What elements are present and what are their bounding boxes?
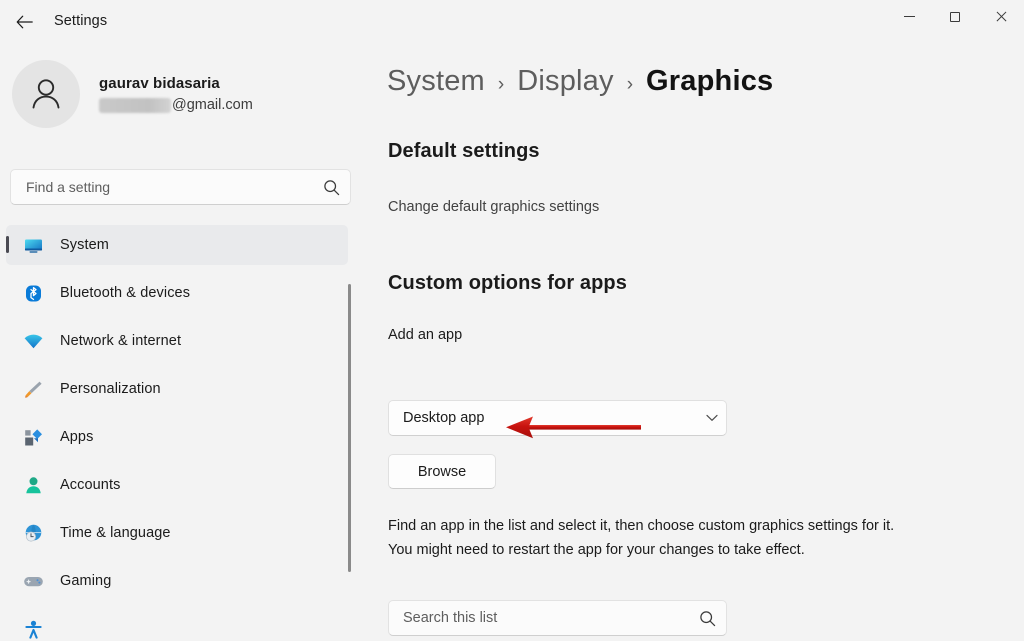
profile-email: @gmail.com <box>99 97 253 113</box>
sidebar-item-gaming[interactable]: Gaming <box>6 561 348 601</box>
breadcrumb-item-display[interactable]: Display <box>517 65 614 98</box>
sidebar-item-label: System <box>60 237 109 253</box>
browse-button[interactable]: Browse <box>388 454 496 489</box>
breadcrumb-item-system[interactable]: System <box>387 65 485 98</box>
breadcrumb-separator: › <box>498 74 504 96</box>
apps-icon <box>22 426 44 448</box>
window-title: Settings <box>54 13 107 29</box>
main-content: System › Display › Graphics Default sett… <box>356 44 1024 641</box>
user-profile[interactable]: gaurav bidasaria @gmail.com <box>12 60 253 128</box>
sidebar-item-label: Network & internet <box>60 333 181 349</box>
scrollbar-thumb[interactable] <box>348 284 351 572</box>
breadcrumb-item-graphics: Graphics <box>646 65 773 98</box>
search-settings-box[interactable] <box>10 169 351 205</box>
change-default-graphics-settings-link[interactable]: Change default graphics settings <box>388 199 599 215</box>
custom-options-heading: Custom options for apps <box>388 272 627 295</box>
account-icon <box>22 474 44 496</box>
default-settings-heading: Default settings <box>388 140 540 163</box>
app-type-value: Desktop app <box>389 410 698 426</box>
sidebar-item-network-internet[interactable]: Network & internet <box>6 321 348 361</box>
chevron-down-icon <box>698 414 726 422</box>
bluetooth-icon <box>22 282 44 304</box>
accessibility-icon <box>22 618 44 640</box>
maximize-icon <box>950 12 960 22</box>
wifi-icon <box>22 330 44 352</box>
sidebar-item-label: Personalization <box>60 381 161 397</box>
breadcrumb-separator: › <box>627 74 633 96</box>
paintbrush-icon <box>22 378 44 400</box>
sidebar-item-time-language[interactable]: Time & language <box>6 513 348 553</box>
minimize-icon <box>904 16 915 17</box>
sidebar-item-accessibility[interactable] <box>6 609 348 641</box>
email-redaction <box>99 98 171 113</box>
list-search-box[interactable] <box>388 600 727 636</box>
breadcrumb: System › Display › Graphics <box>387 65 773 98</box>
close-button[interactable] <box>978 0 1024 33</box>
sidebar-scrollbar[interactable] <box>347 240 351 585</box>
sidebar-item-apps[interactable]: Apps <box>6 417 348 457</box>
list-search-input[interactable] <box>403 610 699 626</box>
profile-name: gaurav bidasaria <box>99 75 253 92</box>
sidebar-nav: System Bluetooth & devices <box>0 225 356 641</box>
email-suffix: @gmail.com <box>172 97 253 113</box>
sidebar-item-bluetooth-devices[interactable]: Bluetooth & devices <box>6 273 348 313</box>
window-controls <box>886 0 1024 33</box>
sidebar-item-label: Gaming <box>60 573 111 589</box>
sidebar-item-label: Time & language <box>60 525 171 541</box>
search-icon <box>323 179 340 196</box>
sidebar: gaurav bidasaria @gmail.com <box>0 44 356 641</box>
avatar <box>12 60 80 128</box>
profile-text: gaurav bidasaria @gmail.com <box>99 75 253 113</box>
title-bar: Settings <box>0 0 1024 44</box>
sidebar-item-accounts[interactable]: Accounts <box>6 465 348 505</box>
back-button[interactable] <box>8 8 40 36</box>
gamepad-icon <box>22 570 44 592</box>
sidebar-item-personalization[interactable]: Personalization <box>6 369 348 409</box>
app-type-dropdown[interactable]: Desktop app <box>388 400 727 436</box>
person-icon <box>26 74 66 114</box>
search-input[interactable] <box>26 179 323 195</box>
clock-globe-icon <box>22 522 44 544</box>
minimize-button[interactable] <box>886 0 932 33</box>
sidebar-item-system[interactable]: System <box>6 225 348 265</box>
sidebar-item-label: Accounts <box>60 477 120 493</box>
settings-window: Settings gaurav bidasaria <box>0 0 1024 641</box>
sidebar-item-label: Bluetooth & devices <box>60 285 190 301</box>
sidebar-item-label: Apps <box>60 429 93 445</box>
search-icon <box>699 610 716 627</box>
close-icon <box>995 11 1007 23</box>
maximize-button[interactable] <box>932 0 978 33</box>
monitor-icon <box>22 234 44 256</box>
back-arrow-icon <box>16 15 33 29</box>
add-an-app-label: Add an app <box>388 327 462 343</box>
custom-options-description: Find an app in the list and select it, t… <box>388 514 908 562</box>
